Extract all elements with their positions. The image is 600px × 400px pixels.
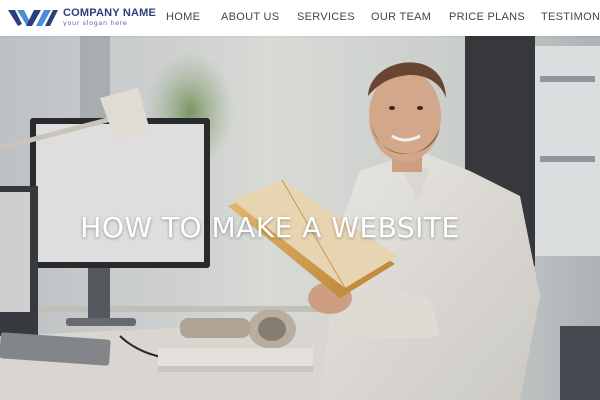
nav-services[interactable]: SERVICES [297, 11, 355, 23]
company-name: COMPANY NAME [63, 7, 157, 19]
site-header: COMPANY NAME your slogan here HOME ABOUT… [0, 0, 600, 36]
nav-testimonials[interactable]: TESTIMONIA [541, 11, 600, 23]
nav-about-us[interactable]: ABOUT US [221, 11, 279, 23]
nav-our-team[interactable]: OUR TEAM [371, 11, 431, 23]
double-v-logo-icon [8, 10, 58, 26]
nav-price-plans[interactable]: PRICE PLANS [449, 11, 525, 23]
hero-section: HOW TO MAKE A WEBSITE [0, 36, 600, 400]
hero-title: HOW TO MAKE A WEBSITE [80, 211, 460, 244]
nav-home[interactable]: HOME [166, 11, 200, 23]
company-slogan: your slogan here [63, 19, 128, 27]
